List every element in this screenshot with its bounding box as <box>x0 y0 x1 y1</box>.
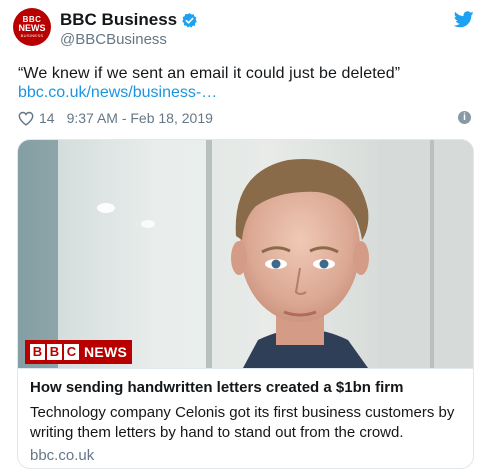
link-card[interactable]: B B C NEWS How sending handwritten lette… <box>17 139 474 469</box>
info-icon[interactable]: i <box>458 111 471 124</box>
account-name[interactable]: BBC Business <box>60 10 177 30</box>
card-image[interactable]: B B C NEWS <box>18 140 473 368</box>
verified-badge-icon <box>182 12 197 28</box>
bbc-block-3: C <box>64 344 79 360</box>
bbc-blocks: B B C <box>30 344 79 360</box>
bbc-block-2: B <box>47 344 62 360</box>
card-description: Technology company Celonis got its first… <box>30 404 455 441</box>
like-count[interactable]: 14 <box>39 110 55 126</box>
card-domain: bbc.co.uk <box>30 447 95 464</box>
tweet-timestamp[interactable]: 9:37 AM - Feb 18, 2019 <box>67 110 213 126</box>
heart-icon[interactable] <box>18 111 34 126</box>
bbc-news-logo: B B C NEWS <box>25 340 133 364</box>
tweet-text: “We knew if we sent an email it could ju… <box>18 65 401 82</box>
tweet-link[interactable]: bbc.co.uk/news/business-… <box>18 84 217 102</box>
avatar-line-2: NEWS <box>18 23 46 33</box>
bbc-news-word: NEWS <box>84 344 128 360</box>
card-body[interactable]: How sending handwritten letters created … <box>18 368 473 468</box>
avatar-line-3: BUSINESS <box>20 33 44 38</box>
bbc-block-1: B <box>30 344 45 360</box>
card-title[interactable]: How sending handwritten letters created … <box>30 379 403 396</box>
avatar[interactable]: BBC NEWS BUSINESS <box>13 8 51 46</box>
portrait-photo <box>18 140 473 368</box>
tweet-meta: 14 9:37 AM - Feb 18, 2019 <box>18 109 213 127</box>
account-name-row[interactable]: BBC Business <box>60 10 198 30</box>
twitter-bird-icon[interactable] <box>454 11 474 28</box>
account-handle[interactable]: @BBCBusiness <box>60 31 167 48</box>
